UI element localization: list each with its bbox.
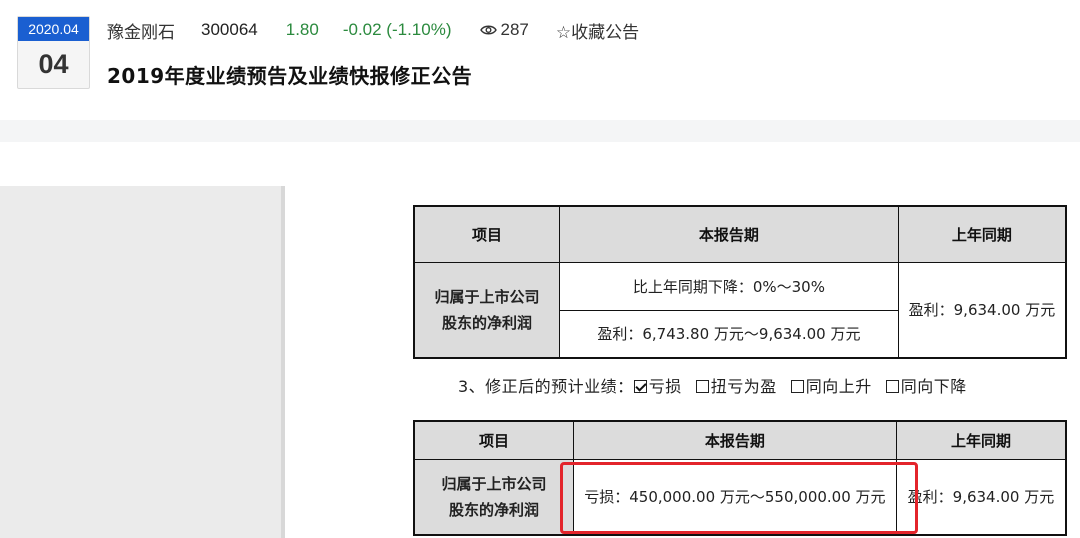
checkbox-empty-icon (695, 380, 709, 393)
row-label-line2: 股东的净利润 (441, 313, 532, 332)
stock-price: 1.80 (285, 20, 319, 39)
table-header-row: 项目 本报告期 上年同期 (413, 420, 1067, 460)
section-divider (0, 120, 1080, 142)
current-change-cell: 比上年同期下降：0%～30% (558, 261, 899, 311)
row-label: 归属于上市公司 股东的净利润 (413, 261, 560, 359)
option-turnaround: 扭亏为盈 (710, 377, 777, 396)
eye-icon (479, 25, 497, 35)
page-title: 2019年度业绩预告及业绩快报修正公告 (107, 64, 473, 88)
revised-forecast-line: 3、修正后的预计业绩： 亏损 扭亏为盈 同向上升 同向下降 (458, 373, 967, 397)
row-label: 归属于上市公司 股东的净利润 (413, 458, 574, 536)
header-previous-period: 上年同期 (895, 420, 1067, 460)
option-loss: 亏损 (648, 377, 682, 396)
view-count: 287 (479, 20, 529, 40)
row-label-line2: 股东的净利润 (448, 500, 539, 519)
previous-value-cell: 盈利：9,634.00 万元 (897, 261, 1067, 359)
viewer-side-panel (0, 186, 285, 538)
table-header-row: 项目 本报告期 上年同期 (413, 205, 1067, 263)
stock-code[interactable]: 300064 (201, 20, 258, 40)
current-value-cell: 盈利：6,743.80 万元～9,634.00 万元 (558, 309, 899, 359)
header-item: 项目 (413, 205, 560, 263)
option-same-up: 同向上升 (805, 377, 872, 396)
forecast-table-original: 项目 本报告期 上年同期 归属于上市公司 股东的净利润 比上年同期下降：0%～3… (413, 205, 1067, 359)
date-badge: 2020.04 04 (17, 16, 90, 89)
table-row: 归属于上市公司 股东的净利润 比上年同期下降：0%～30% 盈利：9,634.0… (413, 261, 1067, 359)
row-label-line1: 归属于上市公司 (441, 474, 547, 493)
date-day: 04 (38, 49, 69, 79)
previous-value-cell: 盈利：9,634.00 万元 (895, 458, 1067, 536)
checkbox-empty-icon (790, 380, 804, 393)
stock-change: -0.02 (-1.10%) (342, 20, 452, 39)
revision-prefix: 3、修正后的预计业绩： (458, 377, 634, 396)
checkbox-checked-icon (633, 380, 647, 393)
header-previous-period: 上年同期 (897, 205, 1067, 263)
header-current-period: 本报告期 (558, 205, 899, 263)
stock-name[interactable]: 豫金刚石 (107, 18, 175, 43)
stock-meta-bar: 豫金刚石 300064 1.80 -0.02 (-1.10%) 287 ☆收藏公… (107, 18, 639, 42)
option-same-down: 同向下降 (900, 377, 967, 396)
checkbox-empty-icon (885, 380, 899, 393)
view-count-value: 287 (500, 20, 529, 39)
current-value-cell: 亏损：450,000.00 万元～550,000.00 万元 (572, 458, 897, 536)
date-year-month: 2020.04 (18, 17, 89, 41)
row-label-line1: 归属于上市公司 (434, 287, 540, 306)
forecast-table-revised: 项目 本报告期 上年同期 归属于上市公司 股东的净利润 亏损：450,000.0… (413, 420, 1067, 536)
favorite-button[interactable]: ☆收藏公告 (556, 18, 639, 43)
header-item: 项目 (413, 420, 574, 460)
table-row: 归属于上市公司 股东的净利润 亏损：450,000.00 万元～550,000.… (413, 458, 1067, 536)
header-current-period: 本报告期 (572, 420, 897, 460)
